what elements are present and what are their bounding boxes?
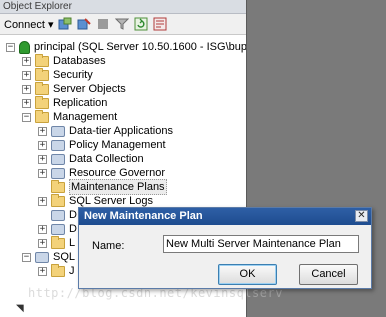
tree-node-label: Databases — [53, 55, 106, 67]
refresh-icon[interactable] — [133, 16, 149, 32]
tree-node-label: Server Objects — [53, 83, 126, 95]
name-label: Name: — [92, 240, 125, 252]
object-explorer-toolbar: Connect ▾ — [0, 14, 246, 35]
tree-node-label: Maintenance Plans — [69, 179, 167, 195]
node-icon — [51, 209, 65, 221]
ok-button[interactable]: OK — [218, 264, 277, 285]
server-icon — [19, 40, 30, 54]
expand-toggle[interactable]: + — [38, 224, 47, 234]
close-icon[interactable]: ✕ — [355, 210, 368, 222]
server-label: principal (SQL Server 10.50.1600 - ISG\b… — [34, 41, 247, 53]
tree-node-sql-server-agent[interactable]: − SQL S — [22, 250, 85, 264]
expand-toggle[interactable]: + — [38, 140, 47, 150]
collapse-toggle[interactable]: − — [6, 42, 15, 52]
tree-node-label: Resource Governor — [69, 167, 165, 179]
filter-icon[interactable] — [114, 16, 130, 32]
mouse-cursor-icon: ◥ — [16, 303, 24, 314]
expand-toggle[interactable]: + — [22, 84, 31, 94]
expand-toggle[interactable]: + — [38, 196, 47, 206]
folder-icon — [35, 67, 49, 81]
panel-title: Object Explorer — [0, 0, 246, 14]
dialog-title: New Maintenance Plan — [84, 210, 203, 222]
folder-icon — [35, 95, 49, 109]
tree-node-databases[interactable]: + Databases — [22, 53, 106, 68]
disconnect-icon[interactable] — [76, 16, 92, 32]
tree-node-label: Security — [53, 69, 93, 81]
tree-node-maintenance-plans[interactable]: Maintenance Plans — [38, 179, 167, 195]
expand-toggle[interactable]: + — [38, 154, 47, 164]
tree-node-sql-server-logs[interactable]: + SQL Server Logs — [38, 193, 153, 208]
cancel-button[interactable]: Cancel — [299, 264, 358, 285]
tree-node-label: Data Collection — [69, 153, 144, 165]
folder-icon — [51, 179, 65, 193]
expand-toggle[interactable]: + — [22, 98, 31, 108]
tree-node-policy-management[interactable]: + Policy Management — [38, 138, 166, 152]
tree-node-partial-d1[interactable]: D — [38, 208, 77, 222]
plan-name-input[interactable] — [163, 235, 359, 253]
server-node[interactable]: − principal (SQL Server 10.50.1600 - ISG… — [6, 40, 247, 54]
tree-node-partial-l[interactable]: + L — [38, 235, 76, 250]
tree-node-management[interactable]: − Management — [22, 109, 118, 124]
tree-node-label: Management — [53, 111, 118, 123]
tree-node-data-tier-applications[interactable]: + Data-tier Applications — [38, 124, 173, 138]
collapse-toggle[interactable]: − — [22, 252, 31, 262]
tree-node-data-collection[interactable]: + Data Collection — [38, 152, 144, 166]
expand-toggle[interactable]: + — [38, 238, 47, 248]
tree-node-label: J — [69, 265, 75, 277]
data-tier-icon — [51, 125, 65, 137]
expand-toggle[interactable]: + — [22, 70, 31, 80]
tree-node-jobs[interactable]: + J — [38, 263, 75, 278]
dialog-title-bar[interactable]: New Maintenance Plan ✕ — [79, 208, 371, 225]
new-maintenance-plan-dialog: New Maintenance Plan ✕ Name: OK Cancel — [78, 207, 372, 289]
tree-node-resource-governor[interactable]: + Resource Governor — [38, 166, 165, 180]
expand-toggle[interactable]: + — [38, 266, 47, 276]
node-icon — [51, 223, 65, 235]
folder-icon — [35, 53, 49, 67]
tree-node-label: D — [69, 223, 77, 235]
expand-toggle[interactable]: + — [38, 168, 47, 178]
tree-node-label: Replication — [53, 97, 108, 109]
summary-icon[interactable] — [152, 16, 168, 32]
tree-node-label: D — [69, 209, 77, 221]
connect-button[interactable]: Connect ▾ — [4, 18, 54, 31]
collapse-toggle[interactable]: − — [22, 112, 31, 122]
tree-node-replication[interactable]: + Replication — [22, 95, 108, 110]
connect-object-icon[interactable] — [57, 16, 73, 32]
tree-node-label: Data-tier Applications — [69, 125, 173, 137]
expand-toggle[interactable]: + — [22, 56, 31, 66]
resource-governor-icon — [51, 167, 65, 179]
data-collection-icon — [51, 153, 65, 165]
tree-node-label: SQL Server Logs — [69, 195, 153, 207]
tree-node-security[interactable]: + Security — [22, 67, 93, 82]
tree-node-label: Policy Management — [69, 139, 166, 151]
tree-node-label: L — [69, 237, 76, 249]
agent-icon — [35, 251, 49, 263]
tree-node-partial-d2[interactable]: + D — [38, 222, 77, 236]
folder-icon — [51, 235, 65, 249]
expand-toggle[interactable]: + — [38, 126, 47, 136]
policy-icon — [51, 139, 65, 151]
folder-icon — [35, 81, 49, 95]
folder-icon — [51, 193, 65, 207]
folder-icon — [51, 263, 65, 277]
stop-icon[interactable] — [95, 16, 111, 32]
folder-icon — [35, 109, 49, 123]
tree-node-server-objects[interactable]: + Server Objects — [22, 81, 126, 96]
